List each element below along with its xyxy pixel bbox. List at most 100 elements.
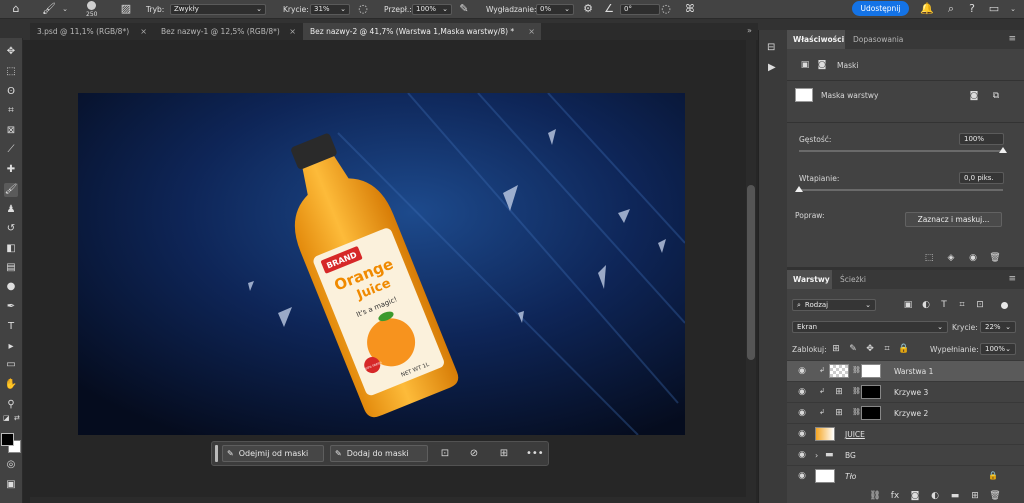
link-layers-icon[interactable]: ⛓	[869, 490, 881, 502]
layer-row-bg-group[interactable]: ◉ › ▬ BG	[787, 444, 1024, 465]
close-icon[interactable]: ×	[289, 23, 296, 40]
document-canvas[interactable]: BRAND Orange Juice It's a magic! 100% FR…	[78, 93, 685, 435]
subtract-from-mask-button[interactable]: ✎ Odejmij od maski	[222, 445, 324, 462]
panel-menu-icon[interactable]: ≡	[1008, 34, 1016, 44]
drag-handle[interactable]	[215, 445, 218, 462]
brush-tool-icon[interactable]: 🖌	[42, 3, 56, 15]
fx-icon[interactable]: fx	[889, 490, 901, 502]
layer-row-warstwa-1[interactable]: ◉ ↲ ⛓ Warstwa 1	[787, 360, 1024, 381]
foreground-color-swatch[interactable]	[1, 433, 14, 446]
density-field[interactable]: 100%	[959, 133, 1004, 145]
lock-transparent-icon[interactable]: ⊞	[830, 343, 842, 355]
history-brush-icon[interactable]: ↺	[4, 222, 18, 236]
brush-settings-icon[interactable]: ▨	[120, 3, 132, 15]
eraser-tool-icon[interactable]: ◧	[4, 242, 18, 256]
more-options-icon[interactable]: •••	[526, 447, 544, 461]
crop-tool-icon[interactable]: ⌗	[4, 104, 18, 118]
filter-shape-icon[interactable]: ⌗	[956, 299, 968, 311]
airbrush-icon[interactable]: ✎	[458, 3, 470, 15]
mask-properties-icon[interactable]: ⊞	[497, 447, 511, 461]
pen-tool-icon[interactable]: ✒	[4, 300, 18, 314]
chevron-right-icon[interactable]: ›	[815, 445, 818, 466]
eye-icon[interactable]: ◉	[796, 387, 808, 397]
smoothing-field[interactable]: 0% ⌄	[536, 3, 574, 15]
home-icon[interactable]: ⌂	[10, 3, 22, 15]
new-layer-icon[interactable]: ⊞	[969, 490, 981, 502]
vector-mask-icon[interactable]: ⧉	[990, 90, 1002, 102]
share-button[interactable]: Udostępnij	[852, 1, 909, 16]
tab-3psd[interactable]: 3.psd @ 11,1% (RGB/8*) ×	[30, 23, 153, 40]
eyedropper-tool-icon[interactable]: ⟋	[4, 143, 18, 157]
tab-bez-nazwy-1[interactable]: Bez nazwy-1 @ 12,5% (RGB/8*) ×	[154, 23, 302, 40]
mask-thumbnail[interactable]	[861, 385, 881, 399]
pixel-mask-icon[interactable]: ◙	[968, 90, 980, 102]
screen-mode-icon[interactable]: ▣	[4, 478, 18, 492]
rectangle-tool-icon[interactable]: ▭	[4, 358, 18, 372]
path-selection-icon[interactable]: ▸	[4, 340, 18, 354]
hand-tool-icon[interactable]: ✋	[4, 378, 18, 392]
eye-icon[interactable]: ◉	[796, 450, 808, 460]
symmetry-icon[interactable]: ꕤ	[684, 3, 696, 15]
feather-slider-knob[interactable]	[795, 186, 803, 192]
bell-icon[interactable]: 🔔	[920, 3, 934, 15]
move-tool-icon[interactable]: ✥	[4, 45, 18, 59]
mask-thumbnail[interactable]	[861, 364, 881, 378]
layer-row-tlo[interactable]: ◉ Tło 🔒	[787, 465, 1024, 486]
filter-toggle[interactable]	[1001, 302, 1008, 309]
dodge-tool-icon[interactable]: ●	[4, 280, 18, 294]
invert-mask-icon[interactable]: ⊘	[467, 447, 481, 461]
layer-filter-select[interactable]: ⌕ Rodzaj ⌄	[792, 299, 876, 311]
close-icon[interactable]: ×	[140, 23, 147, 40]
filter-type-icon[interactable]: T	[938, 299, 950, 311]
load-selection-icon[interactable]: ⬚	[923, 252, 935, 264]
close-icon[interactable]: ×	[528, 23, 535, 40]
add-to-mask-button[interactable]: ✎ Dodaj do maski	[330, 445, 428, 462]
zoom-tool-icon[interactable]: ⚲	[4, 398, 18, 412]
pressure-opacity-icon[interactable]: ◌	[357, 3, 369, 15]
flow-field[interactable]: 100% ⌄	[412, 3, 452, 15]
history-icon[interactable]: ⊟	[767, 42, 775, 53]
chevron-down-icon[interactable]: ⌄	[59, 3, 71, 15]
search-icon[interactable]: ⌕	[945, 3, 957, 15]
type-tool-icon[interactable]: T	[4, 320, 18, 334]
brush-tool-icon[interactable]: 🖌	[4, 183, 18, 197]
layer-row-krzywe-2[interactable]: ◉ ↲ ⊞ ⛓ Krzywe 2	[787, 402, 1024, 423]
help-icon[interactable]: ?	[966, 3, 978, 15]
eye-icon[interactable]: ◉	[796, 408, 808, 418]
filter-pixel-icon[interactable]: ▣	[902, 299, 914, 311]
chevron-right-icon[interactable]: »	[747, 26, 752, 35]
fill-field[interactable]: 100% ⌄	[980, 343, 1016, 355]
adjustment-layer-icon[interactable]: ◐	[929, 490, 941, 502]
default-colors-icon[interactable]: ◪	[3, 414, 10, 422]
blend-mode-select[interactable]: Ekran ⌄	[792, 321, 948, 333]
workspace-icon[interactable]: ▭	[988, 3, 1000, 15]
play-icon[interactable]: ▶	[768, 62, 776, 73]
eye-icon[interactable]: ◉	[796, 471, 808, 481]
eye-icon[interactable]: ◉	[796, 429, 808, 439]
tab-bez-nazwy-2[interactable]: Bez nazwy-2 @ 41,7% (Warstwa 1,Maska war…	[303, 23, 541, 40]
tab-properties[interactable]: Właściwości	[787, 30, 845, 49]
stamp-tool-icon[interactable]: ♟	[4, 203, 18, 217]
layer-row-juice[interactable]: ◉ JUICE	[787, 423, 1024, 444]
feather-field[interactable]: 0,0 piks.	[959, 172, 1004, 184]
apply-mask-icon[interactable]: ◈	[945, 252, 957, 264]
mask-thumbnail[interactable]	[861, 406, 881, 420]
marquee-tool-icon[interactable]: ⬚	[4, 65, 18, 79]
filter-smart-object-icon[interactable]: ⊡	[974, 299, 986, 311]
pressure-size-icon[interactable]: ◌	[660, 3, 672, 15]
eye-icon[interactable]: ◉	[796, 366, 808, 376]
lasso-tool-icon[interactable]: ʘ	[4, 85, 18, 99]
lock-position-icon[interactable]: ✥	[864, 343, 876, 355]
healing-brush-icon[interactable]: ✚	[4, 163, 18, 177]
filter-adjustment-icon[interactable]: ◐	[920, 299, 932, 311]
frame-tool-icon[interactable]: ⊠	[4, 124, 18, 138]
gear-icon[interactable]: ⚙	[582, 3, 594, 15]
lock-artboard-icon[interactable]: ⌗	[881, 343, 893, 355]
chevron-down-icon[interactable]: ⌄	[1007, 3, 1019, 15]
opacity-field[interactable]: 31% ⌄	[310, 3, 350, 15]
tab-paths[interactable]: Ścieżki	[834, 270, 870, 289]
horizontal-scrollbar[interactable]	[30, 497, 746, 503]
add-mask-icon[interactable]: ◙	[909, 490, 921, 502]
trash-icon[interactable]: 🗑	[989, 490, 1001, 502]
new-group-icon[interactable]: ▬	[949, 490, 961, 502]
